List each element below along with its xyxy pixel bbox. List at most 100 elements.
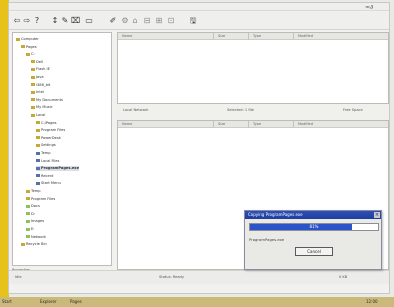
help-icon[interactable]: ? bbox=[33, 15, 41, 26]
tree-item-label: Network bbox=[31, 234, 47, 239]
tree-item-label: Local Files bbox=[41, 158, 60, 163]
tree-item[interactable]: Local bbox=[31, 113, 45, 118]
folder-icon bbox=[36, 166, 40, 170]
tree-item-label: Dell bbox=[36, 59, 43, 64]
step-icon[interactable]: ↕ bbox=[51, 15, 59, 26]
folder-icon bbox=[36, 159, 40, 163]
start-button[interactable]: Start bbox=[2, 299, 12, 305]
tree-item[interactable]: E: bbox=[26, 227, 34, 232]
folder-icon bbox=[21, 242, 25, 246]
col-divider bbox=[248, 121, 249, 128]
folder-tree[interactable]: Computer Pages C: Dell Flash IE Java i386_bit I… bbox=[12, 32, 112, 266]
tree-item[interactable]: Temp bbox=[36, 151, 51, 156]
tree-item[interactable]: PowerDesk bbox=[36, 136, 61, 141]
col-modified[interactable]: Modified bbox=[298, 121, 313, 128]
folder-icon bbox=[36, 128, 40, 132]
tree-item[interactable]: Program Files bbox=[26, 197, 55, 202]
tree-item[interactable]: i386_bit bbox=[31, 83, 50, 88]
tree-item[interactable]: Pages bbox=[21, 45, 37, 50]
info-middle: Selected: 1 file bbox=[227, 108, 254, 112]
forward-icon[interactable]: ⇨ bbox=[23, 15, 31, 26]
col-divider bbox=[293, 121, 294, 128]
tree-item-label: Temp bbox=[41, 151, 51, 155]
tree-item[interactable]: My Music bbox=[31, 105, 53, 110]
col-size[interactable]: Size bbox=[218, 33, 225, 40]
col-type[interactable]: Type bbox=[253, 33, 261, 40]
taskbar-item-pages[interactable]: Pages bbox=[70, 299, 82, 305]
tree-item[interactable]: Network bbox=[26, 235, 46, 240]
folder-icon bbox=[31, 105, 35, 109]
tree-item[interactable]: Dell bbox=[31, 60, 43, 65]
info-right: Free Space bbox=[343, 108, 363, 112]
folder-icon bbox=[26, 219, 30, 223]
folder-icon bbox=[26, 227, 30, 231]
tree-item-label: Program Files bbox=[41, 128, 66, 133]
app-logo: ≈∂ bbox=[365, 4, 374, 11]
tool-icon-e[interactable]: ⌂ bbox=[131, 15, 139, 26]
taskbar-clock: 12:00 bbox=[366, 299, 378, 304]
col-divider bbox=[213, 121, 214, 128]
folder-icon bbox=[21, 45, 25, 49]
folder-icon bbox=[36, 151, 40, 155]
tree-item-label: Start Menu bbox=[41, 181, 61, 186]
tool-icon-d[interactable]: ⚙ bbox=[121, 15, 129, 26]
folder-icon bbox=[26, 52, 30, 56]
tree-item[interactable]: Recycle Bin bbox=[21, 242, 47, 247]
folder-icon bbox=[31, 98, 35, 102]
tree-item[interactable]: Images bbox=[26, 219, 44, 224]
tree-item[interactable]: Recent bbox=[36, 174, 53, 179]
tree-item[interactable]: Java bbox=[31, 75, 44, 80]
toolbar: ⇦ ⇨? ↕ ✎ ⌧ ▭ ✐ ⚙ ⌂ ⊟ ⊞ ⊡ 🖫 bbox=[9, 12, 389, 30]
tree-item[interactable]: Program Files bbox=[36, 128, 65, 133]
col-type[interactable]: Type bbox=[253, 121, 261, 128]
file-list-top[interactable]: Name Size Type Modified bbox=[117, 32, 389, 104]
tool-icon-h[interactable]: ⊡ bbox=[167, 15, 175, 26]
tool-icon-f[interactable]: ⊟ bbox=[143, 15, 151, 26]
tool-icon-g[interactable]: ⊞ bbox=[155, 15, 163, 26]
tree-item[interactable]: Computer bbox=[16, 37, 39, 42]
col-modified[interactable]: Modified bbox=[298, 33, 313, 40]
folder-icon bbox=[31, 60, 35, 64]
tree-item-label: Temp bbox=[31, 189, 41, 193]
status-left: Idle bbox=[15, 275, 22, 279]
tree-item-label: Settings bbox=[41, 143, 56, 148]
save-icon[interactable]: 🖫 bbox=[189, 15, 197, 26]
close-icon[interactable]: × bbox=[374, 212, 380, 218]
status-right: 0 KB bbox=[339, 275, 348, 279]
tree-item[interactable]: Docs bbox=[26, 204, 40, 209]
tree-item[interactable]: Start Menu bbox=[36, 181, 61, 186]
tree-item[interactable]: D: bbox=[26, 212, 35, 217]
tree-item[interactable]: Flash IE bbox=[31, 67, 50, 72]
folder-icon bbox=[36, 174, 40, 178]
tree-item-label: Local bbox=[36, 113, 46, 117]
back-arrow-icon[interactable]: ⇦ bbox=[13, 15, 21, 26]
tool-icon-b[interactable]: ⌧ bbox=[71, 15, 80, 26]
tree-item-label: Recent bbox=[41, 173, 54, 178]
folder-icon bbox=[36, 143, 40, 147]
col-size[interactable]: Size bbox=[218, 121, 225, 128]
tree-item-label: Docs bbox=[31, 204, 40, 209]
progress-label: 81% bbox=[309, 224, 319, 229]
col-name[interactable]: Name bbox=[122, 121, 132, 128]
tool-icon-c[interactable]: ▭ bbox=[85, 15, 93, 26]
tree-item[interactable]: Temp bbox=[26, 189, 41, 194]
tree-item[interactable]: My Documents bbox=[31, 98, 63, 103]
taskbar-item-explorer[interactable]: Explorer bbox=[40, 299, 57, 305]
tree-item[interactable]: Settings bbox=[36, 143, 56, 148]
folder-icon bbox=[31, 83, 35, 87]
tree-item[interactable]: ProgramPages.exe bbox=[36, 166, 80, 172]
edit-icon[interactable]: ✐ bbox=[109, 15, 117, 26]
tree-item[interactable]: C: bbox=[26, 52, 35, 57]
top-list-header: Name Size Type Modified bbox=[118, 33, 388, 40]
folder-icon bbox=[36, 121, 40, 125]
tree-item[interactable]: C:/Pages bbox=[36, 121, 57, 126]
folder-icon bbox=[31, 90, 35, 94]
taskbar bbox=[0, 297, 394, 307]
progress-bar: 81% bbox=[249, 223, 379, 231]
cancel-button[interactable]: Cancel bbox=[295, 247, 333, 256]
col-name[interactable]: Name bbox=[122, 33, 132, 40]
tool-icon-a[interactable]: ✎ bbox=[61, 15, 69, 26]
tree-item[interactable]: Intel bbox=[31, 90, 44, 95]
tree-item-label: My Music bbox=[36, 105, 53, 110]
tree-item[interactable]: Local Files bbox=[36, 159, 59, 164]
